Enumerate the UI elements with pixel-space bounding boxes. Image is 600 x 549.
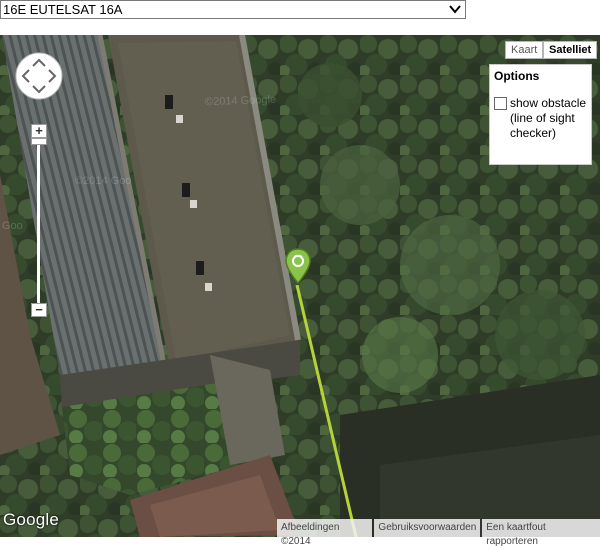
satellite-select[interactable]: 16E EUTELSAT 16A — [0, 0, 466, 19]
show-obstacle-label: show obstacle (line of sight checker) — [510, 96, 587, 140]
map-footer: Afbeeldingen ©2014 Gebruiksvoorwaarden E… — [275, 519, 600, 547]
obstacle-option[interactable]: show obstacle (line of sight checker) — [494, 96, 587, 141]
zoom-out-button[interactable]: − — [31, 303, 47, 317]
watermark: ©2014 Goo — [75, 175, 132, 187]
map-type-button-satellite[interactable]: Satelliet — [543, 41, 598, 59]
location-marker-icon[interactable] — [285, 248, 311, 284]
report-error-link[interactable]: Een kaartfout rapporteren — [482, 519, 600, 547]
options-panel: Options show obstacle (line of sight che… — [489, 64, 592, 165]
show-obstacle-checkbox[interactable] — [494, 97, 507, 110]
pan-control[interactable] — [15, 52, 63, 100]
google-logo: Google — [3, 510, 60, 529]
map-type-button-map[interactable]: Kaart — [505, 41, 544, 59]
zoom-slider-track[interactable] — [37, 140, 40, 303]
satellite-select-value: 16E EUTELSAT 16A — [3, 2, 123, 17]
terms-link[interactable]: Gebruiksvoorwaarden — [374, 519, 481, 537]
chevron-down-icon — [449, 5, 461, 14]
watermark: ©2014 Google — [204, 93, 277, 109]
zoom-in-button[interactable]: + — [31, 124, 47, 138]
watermark: Goo — [2, 220, 23, 232]
zoom-slider-handle[interactable] — [31, 138, 47, 145]
imagery-credit: Afbeeldingen ©2014 — [277, 519, 373, 547]
options-title: Options — [494, 69, 540, 83]
